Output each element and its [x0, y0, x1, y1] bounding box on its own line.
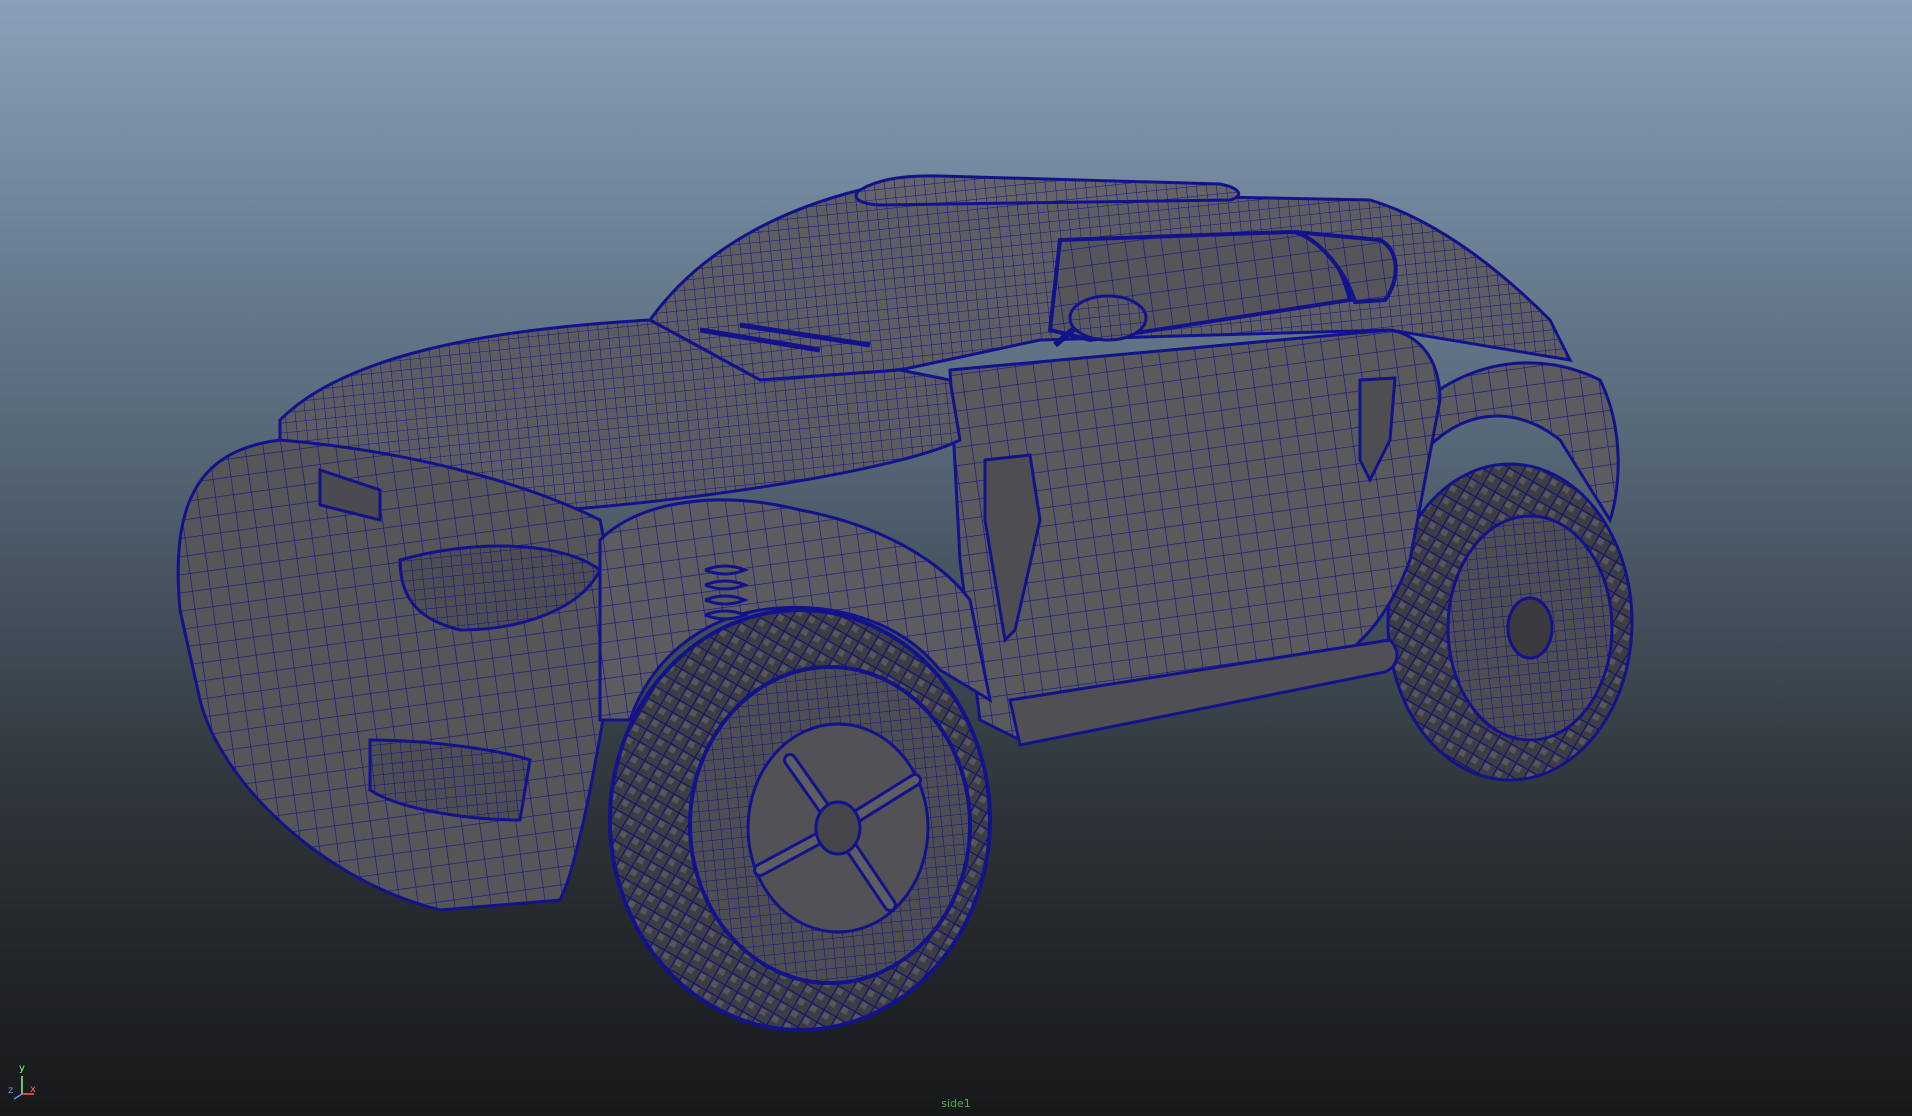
- 3d-viewport[interactable]: y x z side1: [0, 0, 1912, 1116]
- front-wheel: [608, 608, 992, 1032]
- axis-y-label: y: [19, 1063, 25, 1074]
- vehicle-wireframe-model[interactable]: [0, 0, 1912, 1116]
- axis-z-label: z: [8, 1085, 14, 1096]
- rear-wheel: [1386, 462, 1634, 782]
- camera-name-label: side1: [941, 1097, 971, 1110]
- axis-x-label: x: [30, 1084, 36, 1095]
